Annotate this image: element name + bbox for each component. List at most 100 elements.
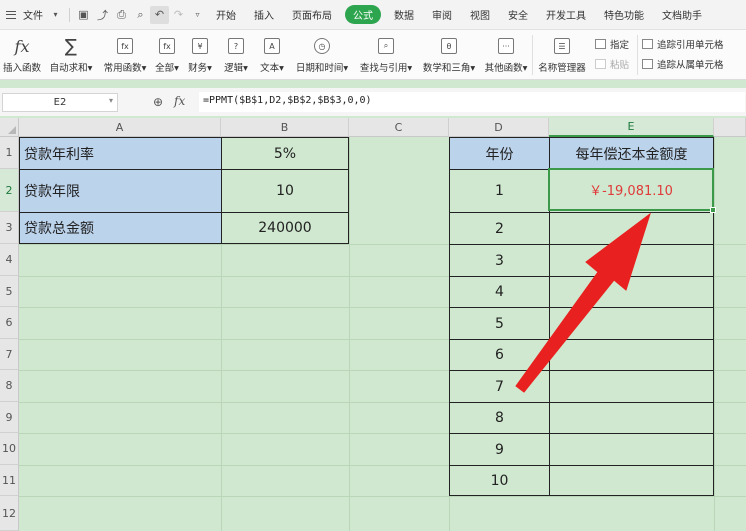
cell-d11[interactable]: 10 — [449, 465, 550, 496]
gridline — [19, 496, 746, 497]
row-header-9[interactable]: 9 — [0, 402, 19, 433]
row-header-6[interactable]: 6 — [0, 307, 19, 339]
question-icon: ? — [228, 38, 244, 54]
cell-a2[interactable]: 贷款年限 — [19, 169, 222, 213]
tab-features[interactable]: 特色功能 — [595, 7, 653, 22]
column-header-b[interactable]: B — [221, 118, 349, 137]
paste-button[interactable]: 粘贴 — [595, 57, 637, 71]
common-functions-button[interactable]: fx 常用函数▾ — [98, 30, 152, 80]
cell-e4[interactable] — [549, 244, 714, 277]
column-header-a[interactable]: A — [19, 118, 221, 137]
specify-button[interactable]: 指定 — [595, 37, 637, 51]
cell-d9[interactable]: 8 — [449, 402, 550, 434]
tab-insert[interactable]: 插入 — [245, 7, 283, 22]
name-box[interactable]: E2 ▾ — [2, 93, 118, 112]
column-header-c[interactable]: C — [349, 118, 449, 137]
cell-e3[interactable] — [549, 212, 714, 245]
row-header-7[interactable]: 7 — [0, 339, 19, 370]
cell-d5[interactable]: 4 — [449, 276, 550, 308]
tab-page-layout[interactable]: 页面布局 — [283, 7, 341, 22]
column-header-e[interactable]: E — [549, 118, 714, 137]
paste-icon — [595, 59, 606, 69]
trace-dependents-icon — [642, 59, 653, 69]
row-header-10[interactable]: 10 — [0, 433, 19, 465]
trace-dependents-button[interactable]: 追踪从属单元格 — [642, 57, 726, 71]
zoom-icon[interactable]: ⊕ — [153, 95, 163, 109]
insert-function-button[interactable]: fx 插入函数 — [0, 30, 44, 80]
file-menu[interactable]: 文件 — [20, 7, 46, 22]
row-header-2[interactable]: 2 — [0, 169, 19, 212]
row-header-5[interactable]: 5 — [0, 276, 19, 307]
search-icon: ⌕ — [378, 38, 394, 54]
tab-home[interactable]: 开始 — [207, 7, 245, 22]
ribbon: fx 插入函数 ∑ 自动求和▾ fx 常用函数▾ fx 全部▾ ¥ 财务▾ ? … — [0, 30, 746, 80]
tab-security[interactable]: 安全 — [499, 7, 537, 22]
save-icon[interactable]: ▣ — [74, 6, 93, 24]
cell-e5[interactable] — [549, 276, 714, 308]
print-icon[interactable]: ⎙ — [112, 6, 131, 24]
tab-assistant[interactable]: 文档助手 — [653, 7, 711, 22]
tab-data[interactable]: 数据 — [385, 7, 423, 22]
name-manager-button[interactable]: ☰ 名称管理器 — [533, 30, 591, 80]
cell-e7[interactable] — [549, 339, 714, 371]
cell-e11[interactable] — [549, 465, 714, 496]
cell-d8[interactable]: 7 — [449, 370, 550, 403]
dropdown-icon[interactable]: ▾ — [46, 6, 65, 24]
financial-button[interactable]: ¥ 财务▾ — [182, 30, 218, 80]
row-header-11[interactable]: 11 — [0, 465, 19, 496]
autosum-button[interactable]: ∑ 自动求和▾ — [44, 30, 98, 80]
cell-b3[interactable]: 240000 — [221, 212, 349, 244]
tab-developer[interactable]: 开发工具 — [537, 7, 595, 22]
row-header-1[interactable]: 1 — [0, 137, 19, 169]
cell-d10[interactable]: 9 — [449, 433, 550, 466]
column-header-f[interactable] — [714, 118, 746, 137]
row-header-8[interactable]: 8 — [0, 370, 19, 402]
tab-review[interactable]: 审阅 — [423, 7, 461, 22]
select-all-corner[interactable] — [0, 118, 19, 137]
export-icon[interactable]: ⤴ — [93, 6, 112, 24]
print-preview-icon[interactable]: ⌕ — [131, 6, 150, 24]
cell-d6[interactable]: 5 — [449, 307, 550, 340]
fill-handle[interactable] — [710, 207, 716, 213]
name-manager-icon: ☰ — [554, 38, 570, 54]
row-header-3[interactable]: 3 — [0, 212, 19, 244]
fx-icon[interactable]: fx — [174, 94, 185, 108]
cell-e2-selected[interactable]: ￥-19,081.10 — [548, 168, 716, 213]
row-header-4[interactable]: 4 — [0, 244, 19, 276]
cell-e1[interactable]: 每年偿还本金额度 — [549, 137, 714, 170]
tab-view[interactable]: 视图 — [461, 7, 499, 22]
undo-icon[interactable]: ↶ — [150, 5, 169, 24]
tab-formulas[interactable]: 公式 — [345, 5, 381, 24]
yen-icon: ¥ — [192, 38, 208, 54]
gridline — [349, 137, 350, 531]
other-functions-button[interactable]: ··· 其他函数▾ — [480, 30, 532, 80]
trace-precedents-button[interactable]: 追踪引用单元格 — [642, 37, 726, 51]
text-functions-button[interactable]: A 文本▾ — [254, 30, 290, 80]
cell-a1[interactable]: 贷款年利率 — [19, 137, 222, 170]
cell-d3[interactable]: 2 — [449, 212, 550, 245]
row-header-12[interactable]: 12 — [0, 496, 19, 531]
cell-d2[interactable]: 1 — [449, 169, 550, 213]
cell-e8[interactable] — [549, 370, 714, 403]
chevron-down-icon[interactable]: ▾ — [109, 96, 113, 105]
cell-d4[interactable]: 3 — [449, 244, 550, 277]
customize-icon[interactable]: ▿ — [188, 6, 207, 24]
math-button[interactable]: θ 数学和三角▾ — [418, 30, 480, 80]
cell-a3[interactable]: 贷款总金额 — [19, 212, 222, 244]
logical-button[interactable]: ? 逻辑▾ — [218, 30, 254, 80]
divider — [69, 7, 70, 22]
column-header-d[interactable]: D — [449, 118, 549, 137]
cell-b1[interactable]: 5% — [221, 137, 349, 170]
cell-b2[interactable]: 10 — [221, 169, 349, 213]
cell-e10[interactable] — [549, 433, 714, 466]
datetime-button[interactable]: ◷ 日期和时间▾ — [290, 30, 354, 80]
lookup-button[interactable]: ⌕ 查找与引用▾ — [354, 30, 418, 80]
redo-icon[interactable]: ↷ — [169, 6, 188, 24]
cell-d7[interactable]: 6 — [449, 339, 550, 371]
formula-input[interactable]: =PPMT($B$1,D2,$B$2,$B$3,0,0) — [199, 92, 745, 112]
cell-d1[interactable]: 年份 — [449, 137, 550, 170]
cell-e6[interactable] — [549, 307, 714, 340]
all-functions-button[interactable]: fx 全部▾ — [152, 30, 182, 80]
cell-e9[interactable] — [549, 402, 714, 434]
menu-icon[interactable] — [6, 10, 16, 19]
